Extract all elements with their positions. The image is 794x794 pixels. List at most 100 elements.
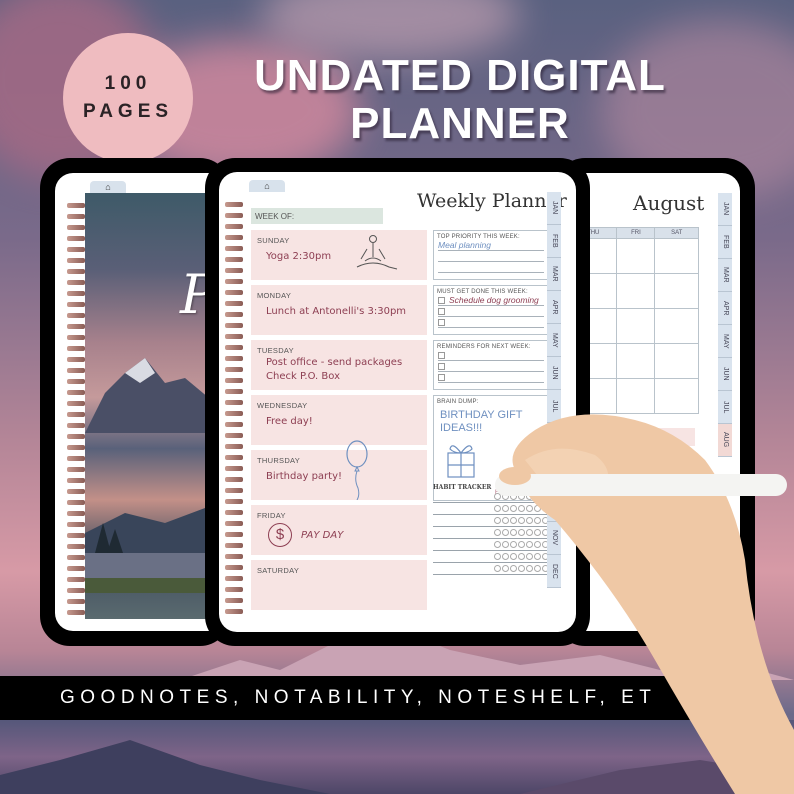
page-count-badge: 100 PAGES [63,33,193,163]
day-cell[interactable] [616,273,656,309]
balloon-icon [346,440,368,500]
spiral-ring [67,379,85,384]
tablet-cover: ⌂ Pla [40,158,230,646]
day-cell[interactable] [616,343,656,379]
hand-with-stylus [495,414,794,794]
priority-line[interactable] [438,262,544,273]
month-tab[interactable]: MAR [547,258,561,291]
day-friday[interactable]: FRIDAY $ PAY DAY [251,505,427,555]
spiral-ring [225,411,243,416]
day-note: PAY DAY [301,530,344,541]
spiral-ring [67,588,85,593]
spiral-ring [67,214,85,219]
month-tab[interactable]: FEB [547,225,561,258]
spiral-ring [67,478,85,483]
spiral-ring [225,598,243,603]
reminders-box[interactable]: REMINDERS FOR NEXT WEEK: [433,340,549,390]
spiral-ring [225,576,243,581]
day-note: Lunch at Antonelli's 3:30pm [266,306,407,317]
day-cell[interactable] [654,273,699,309]
checkbox[interactable] [438,374,445,381]
spiral-ring [225,279,243,284]
box-label: REMINDERS FOR NEXT WEEK: [437,344,531,350]
day-note: Free day! [266,416,313,427]
day-cell[interactable] [616,238,656,274]
spiral-ring [225,609,243,614]
spiral-ring [67,412,85,417]
spiral-ring [225,422,243,427]
month-title: August [633,191,705,215]
spiral-ring [225,499,243,504]
checkbox[interactable] [438,352,445,359]
day-tuesday[interactable]: TUESDAY Post office - send packages Chec… [251,340,427,390]
checkbox[interactable] [438,297,445,304]
spiral-ring [225,444,243,449]
stylus-pen [495,474,787,496]
month-tab[interactable]: APR [718,292,732,325]
spiral-ring [225,235,243,240]
checkbox[interactable] [438,363,445,370]
priority-line[interactable] [438,251,544,262]
month-tab[interactable]: MAY [547,324,561,357]
headline-line-2: PLANNER [350,99,570,148]
spiral-ring [225,334,243,339]
spiral-ring [225,213,243,218]
spiral-ring [67,280,85,285]
spiral-ring [67,203,85,208]
day-cell[interactable] [654,343,699,379]
must-get-done-box[interactable]: MUST GET DONE THIS WEEK: Schedule dog gr… [433,285,549,335]
spiral-binding [225,202,245,614]
home-icon: ⌂ [105,182,111,192]
spiral-ring [225,301,243,306]
day-cell[interactable] [616,308,656,344]
spiral-ring [67,302,85,307]
spiral-ring [225,312,243,317]
month-tab[interactable]: JUN [718,358,732,391]
month-tab[interactable]: MAR [718,259,732,292]
spiral-ring [67,258,85,263]
spiral-ring [67,489,85,494]
month-tab[interactable]: APR [547,291,561,324]
spiral-ring [225,224,243,229]
day-cell[interactable] [654,238,699,274]
month-tab[interactable]: MAY [718,325,732,358]
yoga-figure-icon [356,235,398,270]
cover-screen: ⌂ Pla [55,173,230,631]
spiral-ring [225,290,243,295]
headline-line-1: UNDATED DIGITAL [254,51,666,100]
checkbox[interactable] [438,308,445,315]
spiral-ring [225,367,243,372]
day-thursday[interactable]: THURSDAY Birthday party! [251,450,427,500]
badge-label: PAGES [82,101,174,122]
home-tab[interactable]: ⌂ [249,180,285,192]
month-tab[interactable]: JAN [547,192,561,225]
week-of-field[interactable]: WEEK OF: [251,208,383,224]
day-label: SUNDAY [257,236,290,245]
spiral-ring [225,565,243,570]
spiral-ring [225,268,243,273]
spiral-ring [67,335,85,340]
day-label: TUESDAY [257,346,294,355]
spiral-ring [225,532,243,537]
col-header: FRI [616,227,656,239]
day-sunday[interactable]: SUNDAY Yoga 2:30pm [251,230,427,280]
day-wednesday[interactable]: WEDNESDAY Free day! [251,395,427,445]
priority-line[interactable]: Meal planning [438,240,544,251]
spiral-ring [67,225,85,230]
month-tab[interactable]: JUN [547,357,561,390]
spiral-ring [67,401,85,406]
day-monday[interactable]: MONDAY Lunch at Antonelli's 3:30pm [251,285,427,335]
home-tab[interactable]: ⌂ [90,181,126,193]
spiral-ring [225,400,243,405]
top-priority-box[interactable]: TOP PRIORITY THIS WEEK: Meal planning [433,230,549,280]
day-saturday[interactable]: SATURDAY [251,560,427,610]
day-cell[interactable] [654,308,699,344]
checkbox[interactable] [438,319,445,326]
spiral-ring [225,323,243,328]
month-tab[interactable]: JAN [718,193,732,226]
month-tab[interactable]: FEB [718,226,732,259]
spiral-ring [225,477,243,482]
spiral-ring [67,434,85,439]
home-icon: ⌂ [264,181,270,191]
spiral-ring [67,247,85,252]
